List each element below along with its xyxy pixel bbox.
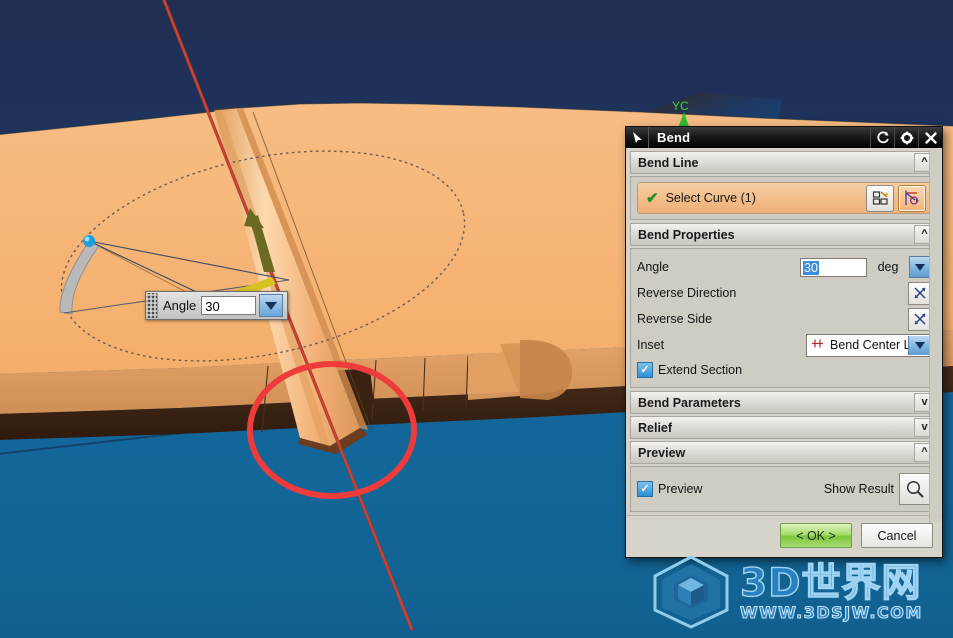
- dialog-body: Bend Line ^ ✔ Select Curve (1) Bend Prop…: [626, 148, 942, 512]
- green-check-icon: ✔: [646, 190, 659, 207]
- chevron-down-icon[interactable]: [908, 335, 930, 355]
- reset-arrow-icon[interactable]: [870, 127, 894, 148]
- reverse-arrows-icon[interactable]: [908, 281, 931, 305]
- inset-value: Bend Center L: [830, 338, 908, 352]
- select-curve-row[interactable]: ✔ Select Curve (1): [637, 182, 931, 214]
- floating-angle-label: Angle: [163, 298, 197, 313]
- angle-row: Angle 30 deg: [637, 254, 931, 280]
- drag-handle-icon[interactable]: [146, 293, 158, 318]
- close-x-icon[interactable]: [918, 127, 942, 148]
- reverse-direction-row: Reverse Direction: [637, 280, 931, 306]
- chevron-down-icon[interactable]: [909, 256, 931, 278]
- application-window: YC Angle 30 Bend Bend Line ^ ✔ Select Cu…: [0, 0, 953, 638]
- angle-value: 30: [803, 260, 819, 275]
- reverse-arrows-icon[interactable]: [908, 307, 931, 331]
- section-header-bend-line[interactable]: Bend Line ^: [630, 151, 938, 174]
- reverse-side-label: Reverse Side: [637, 312, 713, 326]
- preview-checkbox[interactable]: ✓: [637, 481, 653, 497]
- chevron-down-icon[interactable]: [259, 294, 284, 317]
- preview-panel: ✓ Preview Show Result: [630, 466, 938, 512]
- dialog-scroll-gutter[interactable]: [929, 149, 941, 523]
- sketch-curve-icon[interactable]: [898, 184, 926, 212]
- dialog-title: Bend: [657, 130, 691, 145]
- section-label-bend-line: Bend Line: [638, 155, 699, 170]
- magnifier-icon[interactable]: [899, 473, 931, 505]
- show-result-label: Show Result: [823, 482, 894, 496]
- floating-angle-input[interactable]: 30: [201, 296, 257, 315]
- cancel-button[interactable]: Cancel: [861, 523, 933, 548]
- preview-label: Preview: [658, 482, 703, 496]
- bend-line-panel: ✔ Select Curve (1): [630, 176, 938, 220]
- angle-label: Angle: [637, 260, 669, 274]
- angle-input[interactable]: 30: [800, 257, 867, 277]
- floating-angle-entry[interactable]: Angle 30: [145, 291, 289, 320]
- bend-dialog[interactable]: Bend Bend Line ^ ✔ Select Curve (1) Bend…: [625, 126, 943, 558]
- section-label-preview: Preview: [638, 445, 686, 460]
- extend-section-checkbox[interactable]: ✓: [637, 362, 653, 378]
- inset-row: Inset Bend Center L: [637, 332, 931, 358]
- extend-section-row[interactable]: ✓ Extend Section: [637, 358, 931, 382]
- section-header-relief[interactable]: Relief v: [630, 416, 938, 439]
- reverse-side-row: Reverse Side: [637, 306, 931, 332]
- gear-icon[interactable]: [894, 127, 918, 148]
- angle-unit: deg: [877, 260, 899, 274]
- curve-rule-icon[interactable]: [866, 184, 894, 212]
- dialog-footer: < OK > Cancel: [626, 515, 942, 557]
- ok-button[interactable]: < OK >: [780, 523, 852, 548]
- dialog-titlebar[interactable]: Bend: [626, 127, 942, 148]
- select-curve-label: Select Curve (1): [665, 191, 756, 205]
- cursor-arrow-icon: [626, 127, 649, 148]
- extend-section-label: Extend Section: [658, 363, 743, 377]
- section-header-bend-parameters[interactable]: Bend Parameters v: [630, 391, 938, 414]
- inset-combobox[interactable]: Bend Center L: [806, 333, 931, 357]
- inset-label: Inset: [637, 338, 665, 352]
- section-header-bend-properties[interactable]: Bend Properties ^: [630, 223, 938, 246]
- section-label-bend-parameters: Bend Parameters: [638, 395, 741, 410]
- triad-label-yc: YC: [672, 99, 689, 113]
- reverse-direction-label: Reverse Direction: [637, 286, 737, 300]
- section-header-preview[interactable]: Preview ^: [630, 441, 938, 464]
- bend-center-line-icon: [807, 337, 827, 353]
- section-label-bend-properties: Bend Properties: [638, 227, 735, 242]
- section-label-relief: Relief: [638, 420, 673, 435]
- bend-properties-panel: Angle 30 deg Reverse Direction Reverse S…: [630, 248, 938, 388]
